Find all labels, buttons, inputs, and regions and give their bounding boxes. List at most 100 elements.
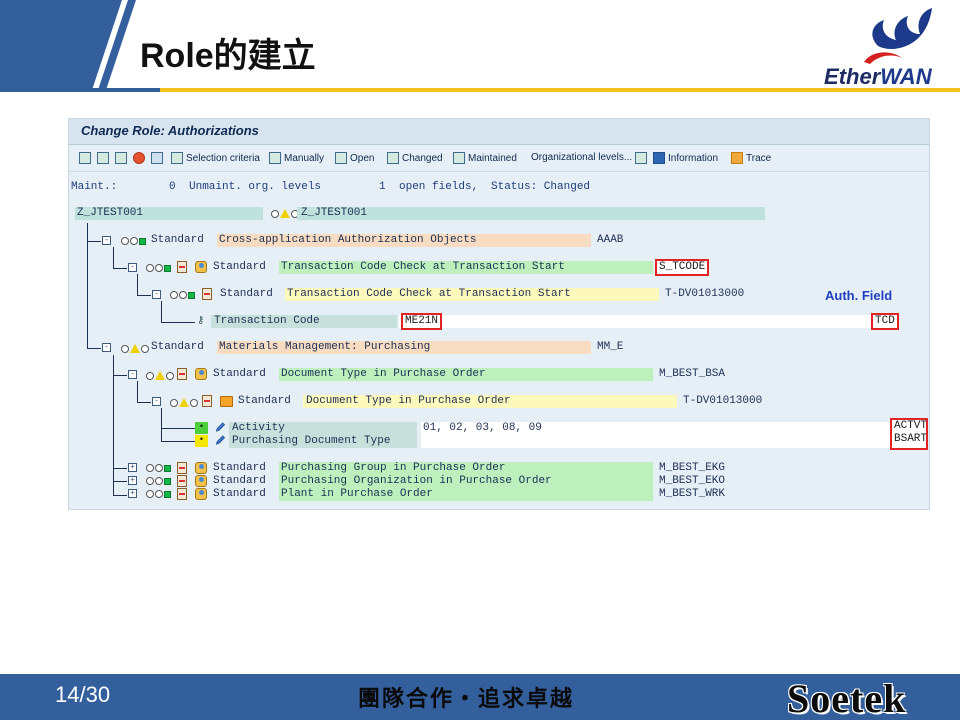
l1a-text[interactable]: Cross-application Authorization Objects [219,234,476,246]
expand-node-icon[interactable]: + [128,476,137,485]
maintained-flag-icon: • [195,422,208,434]
collapse-node-icon[interactable]: - [128,263,137,272]
tree-line [113,495,127,496]
l2c-text[interactable]: Purchasing Group in Purchase Order [281,462,505,474]
open-fields-label: open fields, [399,181,479,193]
l2b-code: M_BEST_BSA [659,368,726,380]
status-lights-icon [121,344,149,353]
tree-line [161,428,195,429]
l3b-code: T-DV01013000 [683,395,763,407]
tree-line [87,348,101,349]
sap-toolbar: Selection criteria Manually Open Changed… [69,146,929,172]
open-icon [335,152,347,164]
l2a-text[interactable]: Transaction Code Check at Transaction St… [281,261,565,273]
page-number: 14/30 [55,682,111,707]
tree-line [137,274,138,296]
l4a-field: TCD [871,313,899,330]
changed-button[interactable]: Changed [387,152,443,164]
tree-line [113,481,127,482]
l4b-field: ACTVT [894,420,928,432]
footer-slogan: 團隊合作・追求卓越 [358,686,575,712]
key-icon: ⚷ [197,316,205,327]
activity-field[interactable]: 01, 02, 03, 08, 09 [423,422,542,434]
collapse-node-icon[interactable]: - [152,290,161,299]
transaction-code-field[interactable]: ME21N [401,313,443,330]
root-profile-left[interactable]: Z_JTEST001 [77,207,143,219]
person-icon [195,475,207,487]
list-icon[interactable] [635,152,650,164]
collapse-node-icon[interactable]: - [102,343,111,352]
tree-line [137,402,151,403]
folder-icon [220,396,233,407]
l2d-text[interactable]: Purchasing Organization in Purchase Orde… [281,475,552,487]
maintained-button[interactable]: Maintained [453,152,517,164]
status-lights-icon [146,371,174,380]
document-icon [177,462,187,474]
status-lights-icon [170,291,195,299]
l4c-label: Purchasing Document Type [232,435,391,447]
document-icon [177,475,187,487]
sap-titlebar: Change Role: Authorizations [69,119,929,145]
tree-line [161,322,195,323]
stop-icon[interactable] [133,152,148,164]
maint-label: Maint.: [71,181,118,193]
document-icon [177,488,187,500]
pencil-icon[interactable] [214,435,226,446]
status-lights-icon [170,398,198,407]
l2d-code: M_BEST_EKO [659,475,726,487]
l1b-text[interactable]: Materials Management: Purchasing [219,341,430,353]
root-profile-right[interactable]: Z_JTEST001 [301,207,367,219]
manually-icon [269,152,281,164]
tree-line [113,375,127,376]
information-button[interactable]: Information [653,152,718,164]
root-status-icon [271,209,299,218]
open-fields-count: 1 [379,181,386,193]
expand-node-icon[interactable]: + [128,489,137,498]
person-icon [195,462,207,474]
l4a-label: Transaction Code [214,315,320,327]
sap-window-title: Change Role: Authorizations [81,123,259,138]
tree-line [113,247,114,269]
root-right-bg [297,207,765,220]
l1a-code: AAAB [597,234,624,246]
l2e-type: Standard [213,488,266,500]
information-icon [653,152,665,164]
l3b-text[interactable]: Document Type in Purchase Order [306,395,511,407]
org-levels-button[interactable]: Organizational levels... [531,152,632,163]
pencil-icon[interactable] [214,422,226,433]
l2d-type: Standard [213,475,266,487]
auth-field-annotation: Auth. Field [825,288,893,303]
soetek-logo: Soetek [787,676,907,720]
person-icon [195,261,207,273]
l2e-code: M_BEST_WRK [659,488,726,500]
collapse-node-icon[interactable]: - [152,397,161,406]
collapse-node-icon[interactable]: - [128,370,137,379]
header-divider-blue [0,88,160,92]
l2c-code: M_BEST_EKG [659,462,726,474]
tree-line [161,408,162,442]
collapse-icon[interactable] [97,152,112,164]
expand-node-icon[interactable]: + [128,463,137,472]
trace-button[interactable]: Trace [731,152,771,164]
l3b-type: Standard [238,395,291,407]
open-button[interactable]: Open [335,152,374,164]
l3a-text[interactable]: Transaction Code Check at Transaction St… [287,288,571,300]
tree-line [161,441,195,442]
l2b-text[interactable]: Document Type in Purchase Order [281,368,486,380]
document-icon [202,395,212,407]
manually-button[interactable]: Manually [269,152,324,164]
status-lights-icon [146,264,171,272]
tree-line [113,268,127,269]
changed-icon [387,152,399,164]
purchasing-doc-type-field[interactable] [421,435,891,448]
collapse-node-icon[interactable]: - [102,236,111,245]
field-names-box: ACTVT BSART [890,418,928,450]
l2b-type: Standard [213,368,266,380]
selection-criteria-button[interactable]: Selection criteria [171,152,260,164]
tree-line [161,301,162,323]
trash-icon[interactable] [151,152,166,164]
person-icon [195,488,207,500]
l2e-text[interactable]: Plant in Purchase Order [281,488,433,500]
generate-icon[interactable] [115,152,130,164]
expand-icon[interactable] [79,152,94,164]
